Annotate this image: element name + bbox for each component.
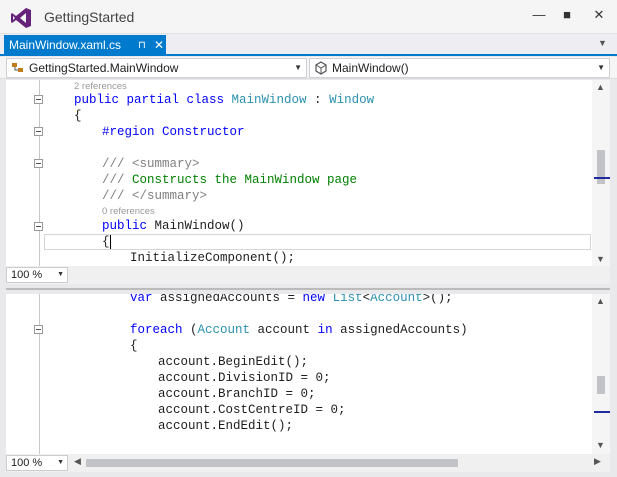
scroll-left-icon[interactable]: ◀ [74,456,81,467]
code-editor-pane-top[interactable]: 2 references public partial class MainWi… [6,80,610,266]
code-line: account.EndEdit(); [158,419,294,433]
tab-overflow-dropdown-icon[interactable]: ▼ [598,38,607,48]
codelens-references[interactable]: 0 references [102,206,155,218]
code-line: account.CostCentreID = 0; [158,403,346,417]
pane-splitter[interactable] [6,284,610,294]
close-window-button[interactable]: ✕ [586,4,612,26]
code-line: account.BeginEdit(); [158,355,309,369]
zoom-level-value: 100 % [11,269,43,281]
minimize-icon: — [532,7,546,22]
scroll-up-icon[interactable]: ▲ [596,296,605,306]
member-combo[interactable]: MainWindow() ▼ [309,58,610,78]
code-line: public MainWindow() [102,219,245,233]
code-line: InitializeComponent(); [130,251,296,265]
horizontal-scrollbar-thumb[interactable] [86,459,458,467]
chevron-down-icon: ▼ [57,271,64,278]
member-combo-value: MainWindow() [332,61,409,75]
code-line-comment: /// </summary> [102,189,208,203]
zoom-bar-bottom: 100 % ▼ ◀ ▶ [6,454,610,472]
code-line: account.BranchID = 0; [158,387,316,401]
collapse-icon[interactable] [34,95,43,104]
tab-mainwindow-xaml-cs[interactable]: MainWindow.xaml.cs ⊓ ✕ [4,35,166,56]
code-line: foreach (Account account in assignedAcco… [130,323,468,337]
text-caret [109,235,111,249]
code-line: var assignedAccounts = new List<Account>… [130,294,453,305]
caret-position-marker [594,177,610,179]
vertical-scrollbar[interactable]: ▲ ▼ [592,294,610,454]
class-combo[interactable]: GettingStarted.MainWindow ▼ [6,58,307,78]
scroll-down-icon[interactable]: ▼ [596,254,605,264]
code-line: public partial class MainWindow : Window [74,93,375,107]
outline-guide [39,80,40,266]
outline-guide [39,294,40,454]
maximize-icon: ■ [563,7,571,22]
window-title: GettingStarted [44,9,135,25]
close-icon[interactable]: ✕ [154,35,164,56]
vertical-scrollbar[interactable]: ▲ ▼ [592,80,610,266]
current-line-highlight [44,234,591,250]
close-icon: ✕ [593,7,605,22]
chevron-down-icon: ▼ [597,63,605,72]
code-editor-pane-bottom[interactable]: var assignedAccounts = new List<Account>… [6,294,610,454]
visual-studio-logo-icon [11,8,31,28]
chevron-down-icon: ▼ [57,459,64,466]
minimize-button[interactable]: — [526,4,552,26]
code-line: { [74,109,82,123]
zoom-level-value: 100 % [11,457,43,469]
collapse-icon[interactable] [34,127,43,136]
pin-icon[interactable]: ⊓ [138,35,146,56]
scroll-right-icon[interactable]: ▶ [594,456,601,467]
chevron-down-icon: ▼ [294,63,302,72]
zoom-level-combo[interactable]: 100 % ▼ [6,267,68,283]
method-icon [315,61,327,75]
code-line: { [130,339,138,353]
tab-label: MainWindow.xaml.cs [9,38,122,52]
collapse-icon[interactable] [34,325,43,334]
scroll-down-icon[interactable]: ▼ [596,440,605,450]
code-line: account.DivisionID = 0; [158,371,331,385]
class-combo-value: GettingStarted.MainWindow [29,61,179,75]
scroll-up-icon[interactable]: ▲ [596,82,605,92]
code-line: { [102,235,111,249]
code-line-comment: /// Constructs the MainWindow page [102,173,358,187]
collapse-icon[interactable] [34,159,43,168]
code-line-comment: /// <summary> [102,157,200,171]
scrollbar-thumb[interactable] [597,376,605,394]
zoom-level-combo[interactable]: 100 % ▼ [6,455,68,471]
collapse-icon[interactable] [34,222,43,231]
caret-position-marker [594,411,610,413]
code-line-region: #region Constructor [102,125,245,139]
class-icon [12,63,23,72]
zoom-bar-top: 100 % ▼ [6,266,610,284]
maximize-button[interactable]: ■ [554,4,580,26]
